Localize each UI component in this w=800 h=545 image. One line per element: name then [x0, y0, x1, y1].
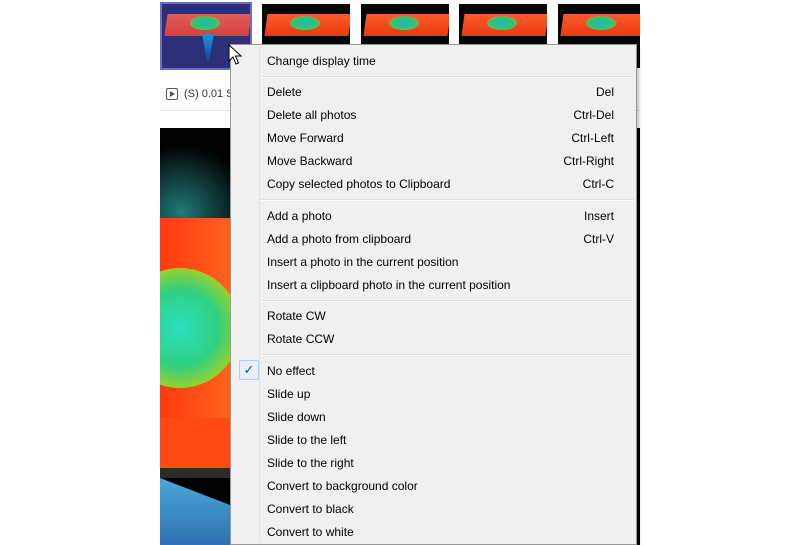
- play-icon[interactable]: [166, 88, 178, 100]
- duration-text: (S) 0.01 S: [184, 88, 234, 100]
- menu-item-delete-all-photos[interactable]: Delete all photos Ctrl-Del: [233, 103, 634, 126]
- menu-separator: [261, 300, 634, 302]
- screenshot-stage: (S) 0.01 S Change display time Delete De…: [0, 0, 800, 545]
- menu-item-insert-clipboard-photo[interactable]: Insert a clipboard photo in the current …: [233, 273, 634, 296]
- menu-item-add-photo[interactable]: Add a photo Insert: [233, 204, 634, 227]
- context-menu: Change display time Delete Del Delete al…: [230, 44, 637, 545]
- menu-item-rotate-cw[interactable]: Rotate CW: [233, 304, 634, 327]
- menu-item-move-forward[interactable]: Move Forward Ctrl-Left: [233, 126, 634, 149]
- menu-separator: [261, 76, 634, 78]
- menu-item-change-display-time[interactable]: Change display time: [233, 49, 634, 72]
- menu-item-slide-down[interactable]: Slide down: [233, 405, 634, 428]
- menu-separator: [261, 199, 634, 201]
- menu-item-convert-white[interactable]: Convert to white: [233, 520, 634, 543]
- menu-item-move-backward[interactable]: Move Backward Ctrl-Right: [233, 149, 634, 172]
- menu-item-add-photo-from-clipboard[interactable]: Add a photo from clipboard Ctrl-V: [233, 227, 634, 250]
- menu-item-no-effect[interactable]: ✓ No effect: [233, 359, 634, 382]
- mouse-pointer-icon: [228, 44, 243, 65]
- menu-item-rotate-ccw[interactable]: Rotate CCW: [233, 327, 634, 350]
- menu-item-slide-up[interactable]: Slide up: [233, 382, 634, 405]
- menu-separator: [261, 354, 634, 356]
- menu-item-convert-background-color[interactable]: Convert to background color: [233, 474, 634, 497]
- menu-item-slide-right[interactable]: Slide to the right: [233, 451, 634, 474]
- menu-item-insert-photo[interactable]: Insert a photo in the current position: [233, 250, 634, 273]
- menu-item-copy-to-clipboard[interactable]: Copy selected photos to Clipboard Ctrl-C: [233, 172, 634, 195]
- menu-item-slide-left[interactable]: Slide to the left: [233, 428, 634, 451]
- menu-item-convert-black[interactable]: Convert to black: [233, 497, 634, 520]
- menu-item-delete[interactable]: Delete Del: [233, 80, 634, 103]
- checkmark-icon: ✓: [239, 360, 259, 380]
